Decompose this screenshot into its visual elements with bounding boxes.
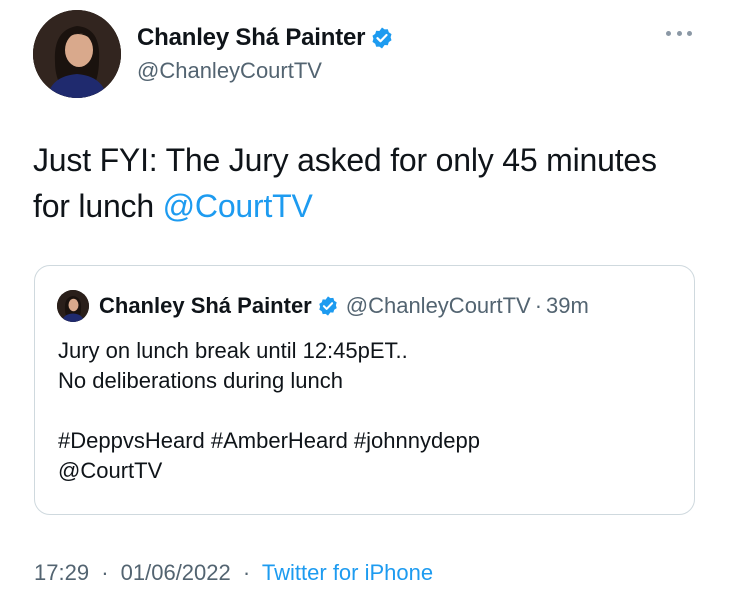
tweet-text: Just FYI: The Jury asked for only 45 min… — [33, 137, 673, 229]
quoted-text-line: Jury on lunch break until 12:45pET.. — [58, 338, 408, 363]
tweet: Chanley Shá Painter @ChanleyCourtTV Just… — [0, 0, 729, 600]
tweet-metadata: 17:29 · 01/06/2022 · Twitter for iPhone — [34, 560, 433, 586]
more-dot — [666, 30, 671, 36]
tweet-time[interactable]: 17:29 — [34, 560, 89, 585]
quoted-mention-line: @CourtTV — [58, 458, 163, 483]
more-dot — [676, 30, 682, 36]
tweet-date[interactable]: 01/06/2022 — [121, 560, 231, 585]
quoted-author-handle: @ChanleyCourtTV — [345, 293, 531, 318]
meta-separator: · — [242, 560, 251, 585]
quoted-hashtags-line: #DeppvsHeard #AmberHeard #johnnydepp — [58, 428, 480, 453]
quoted-separator: · — [534, 293, 543, 318]
quoted-tweet-header: Chanley Shá Painter @ChanleyCourtTV · 39… — [57, 290, 589, 322]
quoted-tweet-text: Jury on lunch break until 12:45pET.. No … — [58, 336, 678, 486]
verified-badge-icon — [317, 295, 339, 317]
author-display-name[interactable]: Chanley Shá Painter — [137, 24, 365, 52]
more-horizontal-icon[interactable] — [666, 26, 692, 40]
author-name-row[interactable]: Chanley Shá Painter — [137, 24, 394, 52]
quoted-author-avatar — [57, 290, 89, 322]
meta-separator: · — [101, 560, 109, 585]
quoted-tweet-card[interactable]: Chanley Shá Painter @ChanleyCourtTV · 39… — [34, 265, 695, 515]
quoted-text-line — [58, 396, 678, 426]
tweet-source-link[interactable]: Twitter for iPhone — [262, 560, 433, 585]
more-dot — [687, 30, 692, 36]
tweet-mention-link[interactable]: @CourtTV — [163, 188, 313, 224]
verified-badge-icon — [370, 26, 394, 50]
author-avatar[interactable] — [33, 10, 121, 98]
quoted-timestamp: 39m — [546, 293, 589, 318]
author-handle[interactable]: @ChanleyCourtTV — [137, 58, 322, 84]
tweet-text-content: Just FYI: The Jury asked for only 45 min… — [33, 142, 657, 224]
quoted-author-display-name: Chanley Shá Painter — [99, 293, 312, 318]
quoted-text-line: No deliberations during lunch — [58, 368, 343, 393]
